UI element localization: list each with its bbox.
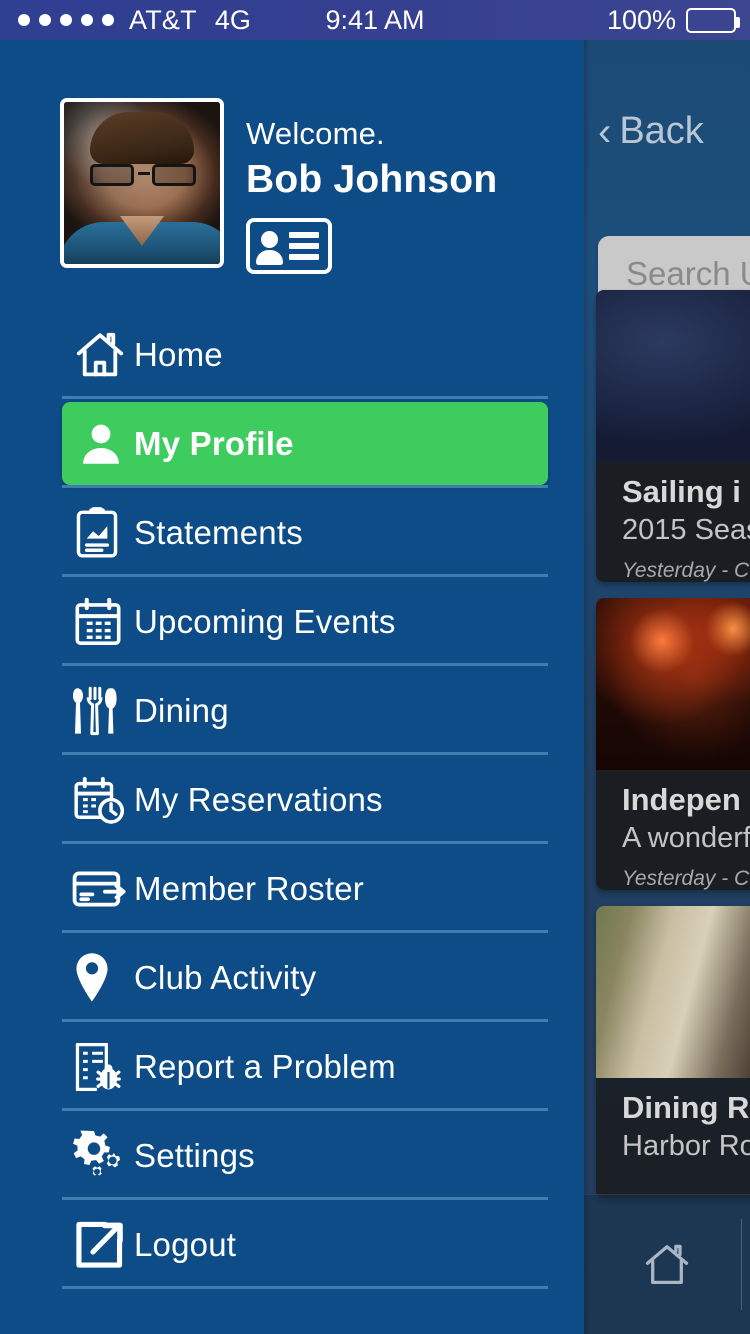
profile-header: Welcome. Bob Johnson xyxy=(60,98,560,278)
bottom-nav-divider xyxy=(741,1219,742,1310)
sidebar-item-label: Member Roster xyxy=(134,869,364,907)
chevron-left-icon: ‹ xyxy=(598,109,612,154)
card-subtitle: 2015 Seaso xyxy=(622,514,750,546)
calendar-clock-icon xyxy=(62,770,134,830)
calendar-icon xyxy=(62,592,134,652)
card-image xyxy=(596,598,750,770)
sidebar-item-label: Upcoming Events xyxy=(134,602,396,640)
status-bar: AT&T 4G 9:41 AM 100% xyxy=(0,0,750,40)
sidebar-item-logout[interactable]: Logout xyxy=(0,1200,584,1289)
sidebar-item-upcoming-events-inner: Upcoming Events xyxy=(62,580,548,663)
sidebar-item-statements[interactable]: Statements xyxy=(0,488,584,577)
member-name-label: Bob Johnson xyxy=(246,158,498,201)
gears-icon xyxy=(62,1126,134,1186)
card-title: Indepen xyxy=(622,782,741,817)
sidebar-item-member-roster[interactable]: Member Roster xyxy=(0,844,584,933)
sidebar-item-home[interactable]: Home xyxy=(0,310,584,399)
glasses-lens-left xyxy=(90,164,134,186)
sidebar-item-dining-inner: Dining xyxy=(62,669,548,752)
card-body: Sailing i 2015 Seaso Yesterday - Corin xyxy=(596,462,750,582)
sidebar-item-my-profile[interactable]: My Profile xyxy=(0,399,584,488)
sidebar-item-my-reservations[interactable]: My Reservations xyxy=(0,755,584,844)
logout-share-icon xyxy=(62,1215,134,1275)
person-icon xyxy=(62,414,134,474)
card-title: Dining R xyxy=(622,1090,750,1125)
sidebar-item-label: Statements xyxy=(134,513,303,551)
id-card-icon[interactable] xyxy=(246,218,332,274)
sidebar-item-my-reservations-inner: My Reservations xyxy=(62,758,548,841)
id-card-line xyxy=(289,232,319,238)
welcome-block: Welcome. Bob Johnson xyxy=(246,116,497,274)
battery-tip xyxy=(736,16,740,28)
sidebar-item-report-a-problem-inner: Report a Problem xyxy=(62,1025,548,1108)
status-bar-right: 100% xyxy=(606,0,740,40)
sidebar-item-club-activity-inner: Club Activity xyxy=(62,936,548,1019)
avatar-hair xyxy=(90,112,194,164)
welcome-label: Welcome. xyxy=(246,116,385,151)
list-item[interactable]: Dining R Harbor Ro xyxy=(596,906,750,1198)
home-icon[interactable] xyxy=(639,1239,695,1291)
battery-icon xyxy=(686,7,740,33)
sidebar-item-home-inner: Home xyxy=(62,313,548,396)
sidebar-item-label: Report a Problem xyxy=(134,1047,396,1085)
sidebar-item-settings[interactable]: Settings xyxy=(0,1111,584,1200)
card-image xyxy=(596,906,750,1078)
id-card-person-body xyxy=(256,250,283,265)
card-body: Dining R Harbor Ro xyxy=(596,1078,750,1198)
list-item[interactable]: Indepen A wonderf Yesterday - Corin xyxy=(596,598,750,890)
card-title: Sailing i xyxy=(622,474,741,509)
sidebar-item-dining[interactable]: Dining xyxy=(0,666,584,755)
map-pin-icon xyxy=(62,948,134,1008)
app-screen: AT&T 4G 9:41 AM 100% ‹ Back Search U Sai… xyxy=(0,0,750,1334)
sidebar-item-my-profile-inner: My Profile xyxy=(62,402,548,485)
glasses-bridge xyxy=(138,172,150,175)
card-meta: Yesterday - Corin xyxy=(622,559,750,582)
avatar[interactable] xyxy=(60,98,224,268)
sidebar-item-settings-inner: Settings xyxy=(62,1114,548,1197)
card-image xyxy=(596,290,750,462)
sidebar-item-upcoming-events[interactable]: Upcoming Events xyxy=(0,577,584,666)
card-body: Indepen A wonderf Yesterday - Corin xyxy=(596,770,750,890)
home-icon xyxy=(62,325,134,385)
sidebar-item-label: My Reservations xyxy=(134,780,383,818)
clipboard-chart-icon xyxy=(62,503,134,563)
sidebar-item-logout-inner: Logout xyxy=(62,1203,548,1286)
id-card-line xyxy=(289,254,319,260)
sidebar-item-label: Club Activity xyxy=(134,958,317,996)
card-meta: Yesterday - Corin xyxy=(622,867,750,890)
sidebar-item-label: Dining xyxy=(134,691,229,729)
navigation-drawer: Welcome. Bob Johnson Home My Profile Sta… xyxy=(0,40,584,1334)
card-subtitle: A wonderf xyxy=(622,822,750,854)
divider xyxy=(62,1286,548,1289)
sidebar-item-label: Logout xyxy=(134,1225,237,1263)
utensils-icon xyxy=(62,681,134,741)
sidebar-item-report-a-problem[interactable]: Report a Problem xyxy=(0,1022,584,1111)
id-card-person-head xyxy=(261,231,278,248)
sidebar-item-member-roster-inner: Member Roster xyxy=(62,847,548,930)
back-button[interactable]: ‹ Back xyxy=(598,110,704,153)
glasses-lens-right xyxy=(152,164,196,186)
search-placeholder: Search U xyxy=(626,255,750,292)
sidebar-item-label: Settings xyxy=(134,1136,255,1174)
underlying-content-panel[interactable]: ‹ Back Search U Sailing i 2015 Seaso Yes… xyxy=(584,40,750,1334)
avatar-photo xyxy=(64,102,220,264)
back-label: Back xyxy=(619,110,704,152)
avatar-glasses xyxy=(88,164,198,186)
id-card-line xyxy=(289,243,319,249)
battery-percent-label: 100% xyxy=(606,4,676,35)
sidebar-item-label: My Profile xyxy=(134,424,294,462)
card-list-icon xyxy=(62,859,134,919)
list-item[interactable]: Sailing i 2015 Seaso Yesterday - Corin xyxy=(596,290,750,582)
card-subtitle: Harbor Ro xyxy=(622,1130,750,1162)
bottom-navigation-bar[interactable] xyxy=(584,1194,750,1334)
sidebar-item-statements-inner: Statements xyxy=(62,491,548,574)
sidebar-item-club-activity[interactable]: Club Activity xyxy=(0,933,584,1022)
bug-report-icon xyxy=(62,1037,134,1097)
sidebar-item-label: Home xyxy=(134,335,223,373)
drawer-menu: Home My Profile Statements Upcoming Even… xyxy=(0,310,584,1289)
